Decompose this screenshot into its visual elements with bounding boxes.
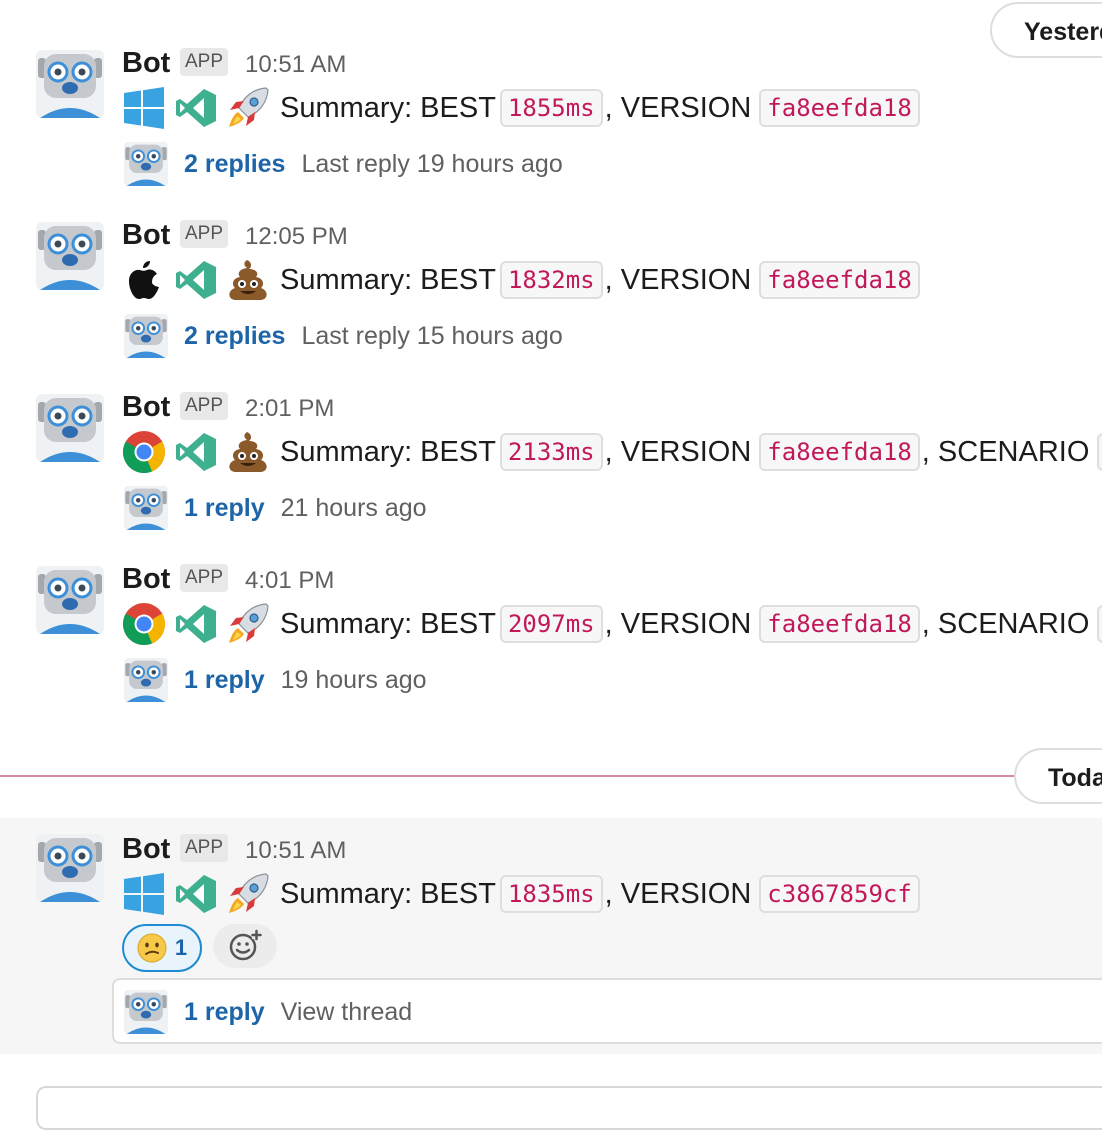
app-badge: APP <box>180 220 229 248</box>
bot-avatar[interactable] <box>36 222 104 290</box>
best-time-code: 1832ms <box>499 261 603 299</box>
scenario-label: , SCENARIO <box>921 435 1090 468</box>
reply-avatar <box>124 314 168 358</box>
thread-summary-box[interactable]: 1 reply View thread <box>112 978 1102 1044</box>
poop-icon <box>226 430 270 474</box>
date-divider-label: Today <box>1048 764 1102 792</box>
version-code: c3867859cf <box>759 875 920 913</box>
vscode-icon <box>174 258 218 302</box>
message-time[interactable]: 10:51 AM <box>245 836 346 866</box>
version-code: fa8eefda18 <box>759 89 920 127</box>
thread-replies[interactable]: 1 reply 21 hours ago <box>124 486 427 530</box>
bot-avatar[interactable] <box>36 50 104 118</box>
app-badge: APP <box>180 564 229 592</box>
message: Bot APP 2:01 PM Summary: BEST 2133ms , V… <box>0 384 1102 544</box>
message-composer[interactable] <box>36 1086 1102 1130</box>
bot-avatar[interactable] <box>36 394 104 462</box>
vscode-icon <box>174 430 218 474</box>
summary-text: Summary: BEST <box>280 877 496 910</box>
message-time[interactable]: 4:01 PM <box>245 566 334 596</box>
sender-name[interactable]: Bot <box>122 562 170 596</box>
message-body: Summary: BEST 1855ms , VERSION fa8eefda1… <box>122 86 922 130</box>
reply-avatar <box>124 486 168 530</box>
rocket-icon <box>226 872 270 916</box>
chrome-icon <box>122 602 166 646</box>
version-label: , VERSION <box>604 435 752 468</box>
message-time[interactable]: 10:51 AM <box>245 50 346 80</box>
reply-avatar <box>124 658 168 702</box>
version-label: , VERSION <box>604 877 752 910</box>
best-time-code: 2133ms <box>499 433 603 471</box>
vscode-icon <box>174 86 218 130</box>
version-code: fa8eefda18 <box>759 261 920 299</box>
add-reaction-icon <box>228 929 262 963</box>
reply-count-link[interactable]: 2 replies <box>184 150 285 179</box>
thread-replies[interactable]: 2 replies Last reply 19 hours ago <box>124 142 563 186</box>
best-time-code: 2097ms <box>499 605 603 643</box>
sender-name[interactable]: Bot <box>122 390 170 424</box>
reply-count-link[interactable]: 1 reply <box>184 494 265 523</box>
rocket-icon <box>226 602 270 646</box>
message-body: Summary: BEST 1835ms , VERSION c3867859c… <box>122 872 922 916</box>
version-code: fa8eefda18 <box>759 433 920 471</box>
date-divider-today[interactable]: Today <box>1014 748 1102 804</box>
message-time[interactable]: 2:01 PM <box>245 394 334 424</box>
add-reaction-button[interactable] <box>213 924 277 968</box>
apple-icon <box>122 258 166 302</box>
chrome-icon <box>122 430 166 474</box>
summary-text: Summary: BEST <box>280 435 496 468</box>
sender-name[interactable]: Bot <box>122 218 170 252</box>
windows-icon <box>122 872 166 916</box>
new-messages-divider-line <box>0 775 1020 777</box>
vscode-icon <box>174 872 218 916</box>
view-thread-text[interactable]: View thread <box>281 998 413 1027</box>
last-reply-text: 19 hours ago <box>280 665 427 694</box>
app-badge: APP <box>180 834 229 862</box>
thread-replies[interactable]: 2 replies Last reply 15 hours ago <box>124 314 563 358</box>
reply-count-link[interactable]: 1 reply <box>184 666 265 695</box>
rocket-icon <box>226 86 270 130</box>
last-reply-text: Last reply 15 hours ago <box>301 321 563 350</box>
scenario-code: st <box>1097 605 1102 643</box>
reply-avatar <box>124 142 168 186</box>
version-code: fa8eefda18 <box>759 605 920 643</box>
scenario-label: , SCENARIO <box>921 607 1090 640</box>
poop-icon <box>226 258 270 302</box>
sender-name[interactable]: Bot <box>122 46 170 80</box>
reply-count-link[interactable]: 2 replies <box>184 322 285 351</box>
message: Bot APP 12:05 PM Summary: BEST 1832ms , … <box>0 212 1102 372</box>
best-time-code: 1835ms <box>499 875 603 913</box>
app-badge: APP <box>180 392 229 420</box>
thread-replies[interactable]: 1 reply View thread <box>124 990 412 1034</box>
message: Bot APP 4:01 PM Summary: BEST 2097ms , V… <box>0 556 1102 716</box>
reaction-confused[interactable]: 1 <box>122 924 202 972</box>
message-time[interactable]: 12:05 PM <box>245 222 348 252</box>
summary-text: Summary: BEST <box>280 263 496 296</box>
reaction-count: 1 <box>174 935 188 960</box>
message-body: Summary: BEST 1832ms , VERSION fa8eefda1… <box>122 258 922 302</box>
last-reply-text: 21 hours ago <box>280 493 427 522</box>
message-body: Summary: BEST 2133ms , VERSION fa8eefda1… <box>122 430 1102 474</box>
bot-avatar[interactable] <box>36 834 104 902</box>
bot-avatar[interactable] <box>36 566 104 634</box>
message: Bot APP 10:51 AM Summary: BEST 1835ms , … <box>0 818 1102 1054</box>
reply-avatar <box>124 990 168 1034</box>
message-body: Summary: BEST 2097ms , VERSION fa8eefda1… <box>122 602 1102 646</box>
best-time-code: 1855ms <box>499 89 603 127</box>
confused-face-icon <box>137 933 167 963</box>
thread-replies[interactable]: 1 reply 19 hours ago <box>124 658 427 702</box>
vscode-icon <box>174 602 218 646</box>
version-label: , VERSION <box>604 91 752 124</box>
scenario-code: en <box>1097 433 1102 471</box>
message: Bot APP 10:51 AM Summary: BEST 1855ms , … <box>0 40 1102 200</box>
summary-text: Summary: BEST <box>280 91 496 124</box>
app-badge: APP <box>180 48 229 76</box>
summary-text: Summary: BEST <box>280 607 496 640</box>
reply-count-link[interactable]: 1 reply <box>184 998 265 1027</box>
version-label: , VERSION <box>604 263 752 296</box>
version-label: , VERSION <box>604 607 752 640</box>
last-reply-text: Last reply 19 hours ago <box>301 149 563 178</box>
sender-name[interactable]: Bot <box>122 832 170 866</box>
windows-icon <box>122 86 166 130</box>
